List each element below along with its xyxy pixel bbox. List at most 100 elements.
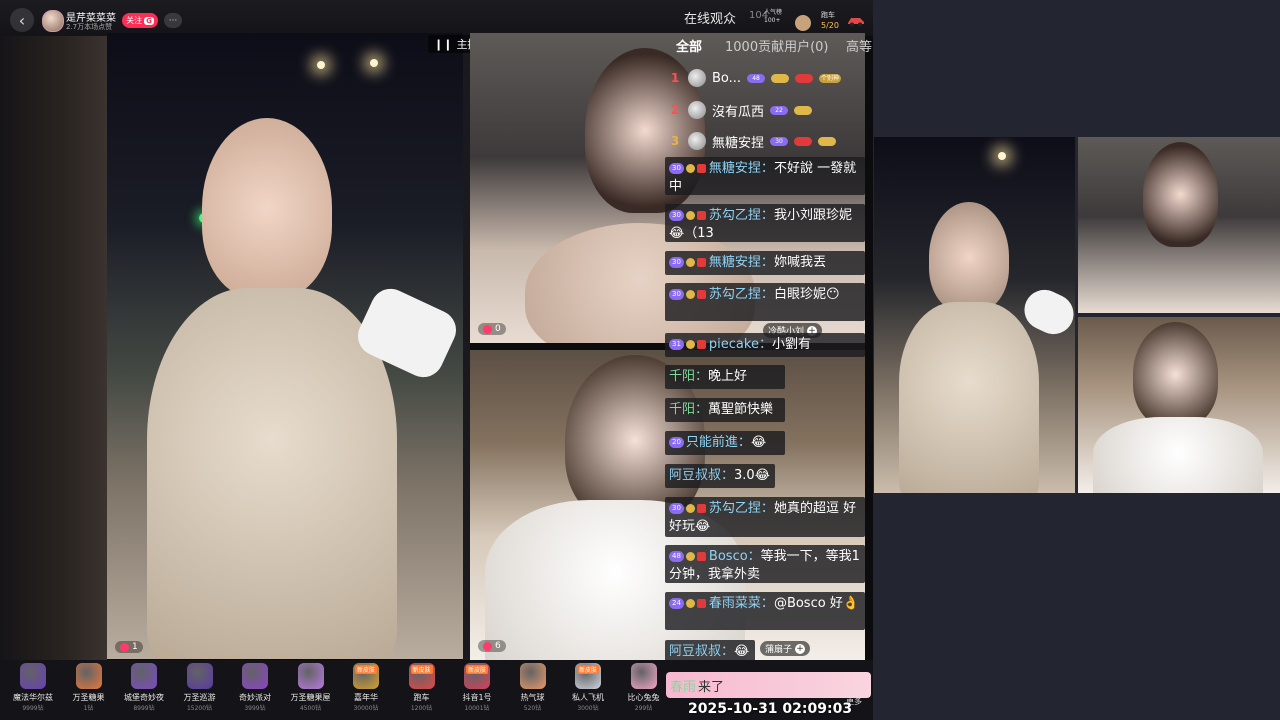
tab-all[interactable]: 全部 — [676, 36, 702, 55]
chat-nickname[interactable]: 只能前進： — [686, 435, 751, 450]
pip-cohost-top[interactable] — [1078, 137, 1280, 313]
gift-item[interactable]: 城堡奇妙夜 8999钻 — [119, 662, 169, 718]
chat-nickname[interactable]: Bosco： — [709, 549, 761, 564]
entry-nickname: 春雨 — [670, 679, 697, 695]
heart-badge-icon — [696, 164, 706, 173]
online-audience-title[interactable]: 在线观众 — [684, 8, 736, 27]
level-badge: 22 — [770, 105, 789, 115]
chat-nickname[interactable]: 苏勾乙捏： — [709, 287, 774, 302]
pip-cohost-shirt — [1093, 417, 1263, 493]
heart-badge-icon — [696, 258, 706, 267]
chat-nickname[interactable]: 苏勾乙捏： — [709, 208, 774, 223]
popularity-rank-label: 人气榜 — [764, 9, 783, 16]
back-icon[interactable]: ‹ — [10, 8, 34, 32]
chat-nickname[interactable]: 阿豆叔叔： — [669, 468, 734, 483]
tab-high-level[interactable]: 高等 — [846, 36, 872, 55]
gift-item[interactable]: 奇妙派对 3999钻 — [230, 662, 280, 718]
gift-price: 1钻 — [83, 705, 94, 712]
popularity-rank[interactable]: 人气榜 100+ — [764, 9, 782, 25]
gift-item[interactable]: 新皮肤 私人飞机 3000钻 — [563, 662, 613, 718]
level-badge: 48 — [669, 551, 684, 562]
gift-item[interactable]: 万圣巡游 15200钻 — [175, 662, 225, 718]
chat-message[interactable]: 30 苏勾乙捏：她真的超逗 好好玩😂 — [665, 497, 865, 537]
entry-pill[interactable]: 蒲扇子 + — [760, 641, 811, 656]
gift-item[interactable]: 新皮肤 抖音1号 10001钻 — [452, 662, 502, 718]
gift-name: 比心兔兔 — [627, 693, 660, 702]
contributor-row[interactable]: 3 無糖安捏 30 — [668, 128, 837, 154]
level-badge: 30 — [770, 136, 789, 146]
top-viewer-avatar[interactable] — [795, 15, 811, 31]
chat-nickname[interactable]: 千阳： — [669, 402, 708, 417]
heart-badge-icon — [696, 340, 706, 349]
contributor-rank: 3 — [670, 134, 680, 148]
gift-item[interactable]: 新皮肤 嘉年华 30000钻 — [341, 662, 391, 718]
gift-price: 520钻 — [523, 705, 542, 712]
streamer-avatar[interactable] — [42, 10, 64, 32]
pip-cohost-bottom[interactable] — [1078, 317, 1280, 493]
chat-message[interactable]: 31 piecake：小劉有 — [665, 333, 865, 357]
more-button[interactable]: ··· — [164, 13, 182, 28]
chat-message[interactable]: 48 Bosco：等我一下，等我1分钟，我拿外卖 — [665, 545, 865, 583]
chat-message[interactable]: 24 春雨菜菜：@Bosco 好👌 — [665, 592, 865, 630]
chat-message[interactable]: 千阳：晚上好 — [665, 365, 785, 389]
gift-icon — [186, 663, 213, 689]
contributor-row[interactable]: 1 Bo... 48 个别神 — [668, 65, 842, 91]
chat-message[interactable]: 30 苏勾乙捏：白眼珍妮😶 — [665, 283, 865, 321]
pip-host-dress — [899, 302, 1039, 493]
street-lamp — [370, 59, 378, 67]
heart-badge-icon — [795, 73, 814, 83]
chat-nickname[interactable]: 苏勾乙捏： — [709, 501, 774, 516]
contributor-row[interactable]: 2 沒有瓜西 22 — [668, 97, 813, 123]
fan-badge-icon — [685, 211, 695, 220]
gift-icon — [75, 663, 102, 689]
gift-item[interactable]: 万圣糖果 1钻 — [64, 662, 114, 718]
gift-price: 3999钻 — [244, 705, 266, 712]
level-badge: 48 — [747, 73, 766, 83]
main-host-video[interactable]: 1 — [107, 33, 463, 659]
fan-badge-icon — [818, 136, 837, 146]
level-badge: 30 — [669, 163, 684, 174]
tab-contributors[interactable]: 1000贡献用户(0) — [725, 36, 829, 55]
chat-text: 萬聖節快樂 — [708, 402, 774, 417]
gift-item[interactable]: 魔法华尔兹 9999钻 — [8, 662, 58, 718]
sports-car-icon[interactable] — [846, 12, 866, 28]
heart-badge-icon — [696, 211, 706, 220]
user-entry-banner: 春雨 来了 — [666, 672, 871, 698]
heart-badge-icon — [696, 552, 706, 561]
gift-name: 嘉年华 — [354, 693, 378, 702]
chat-message[interactable]: 20 只能前進：😂 — [665, 431, 785, 455]
chat-nickname[interactable]: 無糖安捏： — [709, 255, 774, 270]
chat-message[interactable]: 阿豆叔叔：3.0😂 — [665, 464, 775, 488]
gift-item[interactable]: 热气球 520钻 — [508, 662, 558, 718]
chat-message[interactable]: 30 無糖安捏：妳喊我丟 — [665, 251, 865, 275]
chat-nickname[interactable]: 無糖安捏： — [709, 161, 774, 176]
gift-price: 3000钻 — [577, 705, 599, 712]
follow-button[interactable]: 关注 G — [122, 13, 158, 28]
chat-nickname[interactable]: piecake： — [709, 337, 772, 352]
gift-price: 8999钻 — [133, 705, 155, 712]
gift-price: 299钻 — [634, 705, 653, 712]
contributor-avatar — [688, 69, 706, 87]
heart-badge-icon — [696, 504, 706, 513]
chat-message[interactable]: 30 苏勾乙捏：我小刘跟珍妮😂（13 — [665, 204, 865, 242]
audio-bars-icon: ❙❙ — [434, 37, 453, 51]
fan-badge-icon — [685, 599, 695, 608]
gift-price: 15200钻 — [186, 705, 213, 712]
gift-item[interactable]: 万圣糖果屋 4500钻 — [286, 662, 336, 718]
chat-nickname[interactable]: 春雨菜菜： — [709, 596, 774, 611]
chat-message[interactable]: 千阳：萬聖節快樂 — [665, 398, 785, 422]
plus-icon[interactable]: + — [795, 643, 806, 654]
chat-message[interactable]: 30 無糖安捏：不好說 一發就中 — [665, 157, 865, 195]
gift-item[interactable]: 比心兔兔 299钻 — [619, 662, 669, 718]
chat-nickname[interactable]: 千阳： — [669, 369, 708, 384]
timestamp: 2025-10-31 02:09:03 — [688, 701, 853, 717]
chat-nickname[interactable]: 阿豆叔叔： — [669, 644, 734, 659]
level-badge: 30 — [669, 210, 684, 221]
pip-main-host[interactable] — [874, 137, 1075, 493]
main-like-counter: 1 — [115, 641, 143, 653]
gift-name: 万圣糖果 — [72, 693, 105, 702]
gift-item[interactable]: 新皮肤 跑车 1200钻 — [397, 662, 447, 718]
level-badge: 24 — [669, 598, 684, 609]
popularity-rank-value: 100+ — [764, 17, 781, 24]
gift-name: 跑车 — [413, 693, 430, 702]
